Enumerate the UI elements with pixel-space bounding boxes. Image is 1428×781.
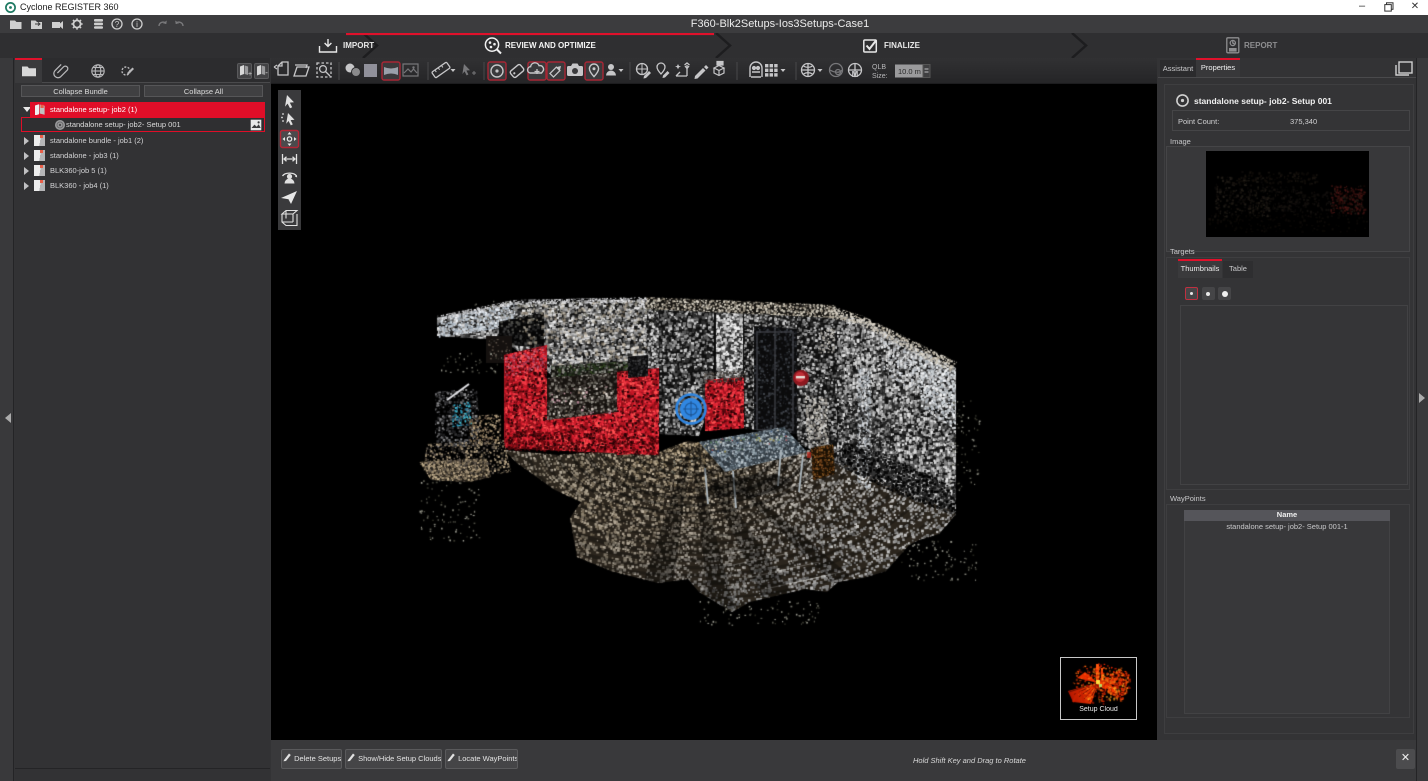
svg-text:10.0 m: 10.0 m [898, 67, 921, 76]
svg-text:Size:: Size: [872, 73, 888, 80]
svg-text:+: + [248, 71, 252, 78]
svg-text:M: M [852, 70, 859, 79]
svg-text:-: - [265, 68, 268, 77]
svg-text:QLB: QLB [872, 64, 886, 71]
